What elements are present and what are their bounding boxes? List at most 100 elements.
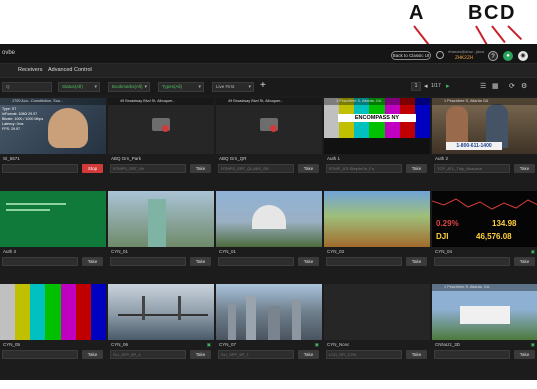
take-button[interactable]: Take	[298, 257, 319, 266]
receiver-name: SI_5571	[0, 156, 106, 163]
receiver-tile[interactable]: 49 Broadway Blvd St, Albuquer... ABQ Grn_…	[216, 98, 322, 190]
user-account-label[interactable]: rfrancis@dow...(dow	[448, 49, 484, 54]
receiver-name-text: ABQ Grn_Park	[111, 156, 142, 161]
top-bar: ovbe Back to Classic UI rfrancis@dow...(…	[0, 44, 537, 64]
settings-icon[interactable]: ⚙	[521, 82, 527, 91]
tab-advanced-control[interactable]: Advanced Control	[48, 67, 92, 73]
prev-page-icon[interactable]: ◂	[424, 82, 428, 91]
next-page-icon[interactable]: ▸	[446, 82, 450, 91]
page-input[interactable]: 1	[411, 82, 421, 91]
take-button[interactable]: Take	[298, 350, 319, 359]
tile-controls: TCP_ATL_Tidy_Nhaubce Take	[432, 164, 537, 174]
video-preview[interactable]	[216, 191, 322, 247]
stream-select[interactable]	[434, 257, 510, 266]
video-preview[interactable]	[324, 191, 430, 247]
stream-select[interactable]	[110, 257, 186, 266]
stream-select[interactable]	[2, 164, 78, 173]
take-button[interactable]: Take	[82, 350, 103, 359]
brand-logo: ovbe	[2, 50, 16, 56]
stream-select[interactable]	[434, 350, 510, 359]
stream-select[interactable]: RTMPS_SRT_QLUBS_SR	[218, 164, 294, 173]
video-preview[interactable]	[0, 191, 106, 247]
receiver-tile[interactable]: CYN_06 ▣ SLI_SFP_5P_4 Take	[108, 284, 214, 376]
stream-select[interactable]	[326, 257, 402, 266]
tile-controls: RTMP_ATLSimpleGe_Fu Take	[324, 164, 430, 174]
receiver-name: CYN_03	[324, 249, 430, 256]
receiver-name-text: CYN_01	[219, 249, 237, 254]
take-button[interactable]: Take	[406, 350, 427, 359]
video-preview[interactable]: ENCOMPASS NY 1 Peachtree S, Atlanta, GA	[324, 98, 430, 154]
video-preview[interactable]	[108, 191, 214, 247]
refresh-icon[interactable]: ⟳	[509, 82, 515, 91]
take-button[interactable]: Take	[190, 257, 211, 266]
bookmarks-filter[interactable]: Bookmarks(All)	[108, 82, 150, 92]
video-preview[interactable]: 1 Peachtree S, Atlanta, GA	[432, 284, 537, 340]
receiver-tile[interactable]: 0.29% 134.98 DJI 46,576.08 CYN_04 ▣ Take	[432, 191, 537, 283]
receiver-tile[interactable]: CYN_Ncec LCD_SFI_CYN Take	[324, 284, 430, 376]
stream-select[interactable]: RTMP_ATLSimpleGe_Fu	[326, 164, 402, 173]
add-icon[interactable]: +	[260, 81, 266, 91]
grid-view-icon[interactable]: ▦	[492, 82, 499, 91]
video-preview[interactable]	[108, 284, 214, 340]
video-preview[interactable]	[0, 284, 106, 340]
receiver-tile[interactable]: ENCOMPASS NY 1 Peachtree S, Atlanta, GA Au…	[324, 98, 430, 190]
tile-controls: SLI_SFP_5P_4 Take	[108, 350, 214, 360]
take-button[interactable]: Take	[190, 350, 211, 359]
take-button[interactable]: Take	[514, 257, 535, 266]
video-preview[interactable]: 49 Broadway Blvd St, Albuquer...	[108, 98, 214, 154]
stream-select[interactable]	[2, 350, 78, 359]
receiver-name: CYN_01	[216, 249, 322, 256]
back-to-classic-button[interactable]: Back to Classic UI	[391, 51, 431, 60]
take-button[interactable]: Take	[406, 164, 427, 173]
stream-select[interactable]	[2, 257, 78, 266]
video-preview[interactable]: 1-800-611-1400 1 Peachtree S, Atlanta GA	[432, 98, 537, 154]
take-button[interactable]: Take	[514, 350, 535, 359]
receiver-name: ABQ Grn_QR	[216, 156, 322, 163]
help-icon[interactable]: ?	[488, 51, 498, 61]
video-preview[interactable]: 49 Broadway Blvd St, Albuquer...	[216, 98, 322, 154]
stream-select[interactable]: TCP_ATL_Tidy_Nhaubce	[434, 164, 510, 173]
list-view-icon[interactable]: ☰	[480, 82, 486, 91]
receiver-tile[interactable]: CYN_01 Take	[216, 191, 322, 283]
video-preview[interactable]	[324, 284, 430, 340]
location-label: 1700 Acu...Constitution, Sca...	[0, 98, 106, 105]
receiver-name: CYN_04 ▣	[432, 249, 537, 256]
sync-icon[interactable]	[436, 51, 444, 59]
search-input[interactable]: Q	[2, 82, 52, 92]
video-preview[interactable]: 0.29% 134.98 DJI 46,576.08	[432, 191, 537, 247]
sort-select[interactable]: Live First	[212, 82, 254, 92]
tile-controls: LCD_SFI_CYN Take	[324, 350, 430, 360]
stream-info-line: FPS: 29.97	[2, 127, 20, 131]
take-button[interactable]: Take	[406, 257, 427, 266]
status-filter[interactable]: Status(All)	[58, 82, 100, 92]
take-button[interactable]: Take	[190, 164, 211, 173]
take-button[interactable]: Take	[514, 164, 535, 173]
location-label: 1 Peachtree S, Atlanta, GA	[432, 284, 537, 291]
stream-select[interactable]: SLI_SFP_5P_4	[110, 350, 186, 359]
stream-select[interactable]: RTMPS_SRT_Mr	[110, 164, 186, 173]
location-label: 1 Peachtree S, Atlanta, GA	[324, 98, 430, 105]
nav-bar: Receivers Advanced Control	[0, 64, 537, 78]
types-filter[interactable]: Types(All)	[158, 82, 204, 92]
avatar-icon[interactable]: ◉	[518, 51, 528, 61]
receiver-tile[interactable]: CYN_05 Take	[0, 284, 106, 376]
status-icon[interactable]: ●	[503, 51, 513, 61]
stop-button[interactable]: Stop	[82, 164, 103, 173]
receiver-tile[interactable]: CYN_03 Take	[324, 191, 430, 283]
receiver-tile[interactable]: CYN_01 Take	[108, 191, 214, 283]
take-button[interactable]: Take	[298, 164, 319, 173]
receiver-tile[interactable]: Auth 3 Take	[0, 191, 106, 283]
video-preview[interactable]	[216, 284, 322, 340]
tab-receivers[interactable]: Receivers	[18, 67, 42, 73]
receiver-tile[interactable]: CYN_07 ▣ SLI_SFP_5P_7 Take	[216, 284, 322, 376]
stream-select[interactable]	[218, 257, 294, 266]
receiver-tile[interactable]: 1-800-611-1400 1 Peachtree S, Atlanta GA A…	[432, 98, 537, 190]
stream-select[interactable]: LCD_SFI_CYN	[326, 350, 402, 359]
receiver-tile[interactable]: Type: ST InFormat: 1080i 29.97 Bitrate: 10…	[0, 98, 106, 190]
stream-select[interactable]: SLI_SFP_5P_7	[218, 350, 294, 359]
video-preview[interactable]: Type: ST InFormat: 1080i 29.97 Bitrate: 10…	[0, 98, 106, 154]
take-button[interactable]: Take	[82, 257, 103, 266]
receiver-tile[interactable]: 1 Peachtree S, Atlanta, GA CNNuzz_3D ▣ Take	[432, 284, 537, 376]
receiver-tile[interactable]: 49 Broadway Blvd St, Albuquer... ABQ Grn_…	[108, 98, 214, 190]
tile-controls: SLI_SFP_5P_7 Take	[216, 350, 322, 360]
